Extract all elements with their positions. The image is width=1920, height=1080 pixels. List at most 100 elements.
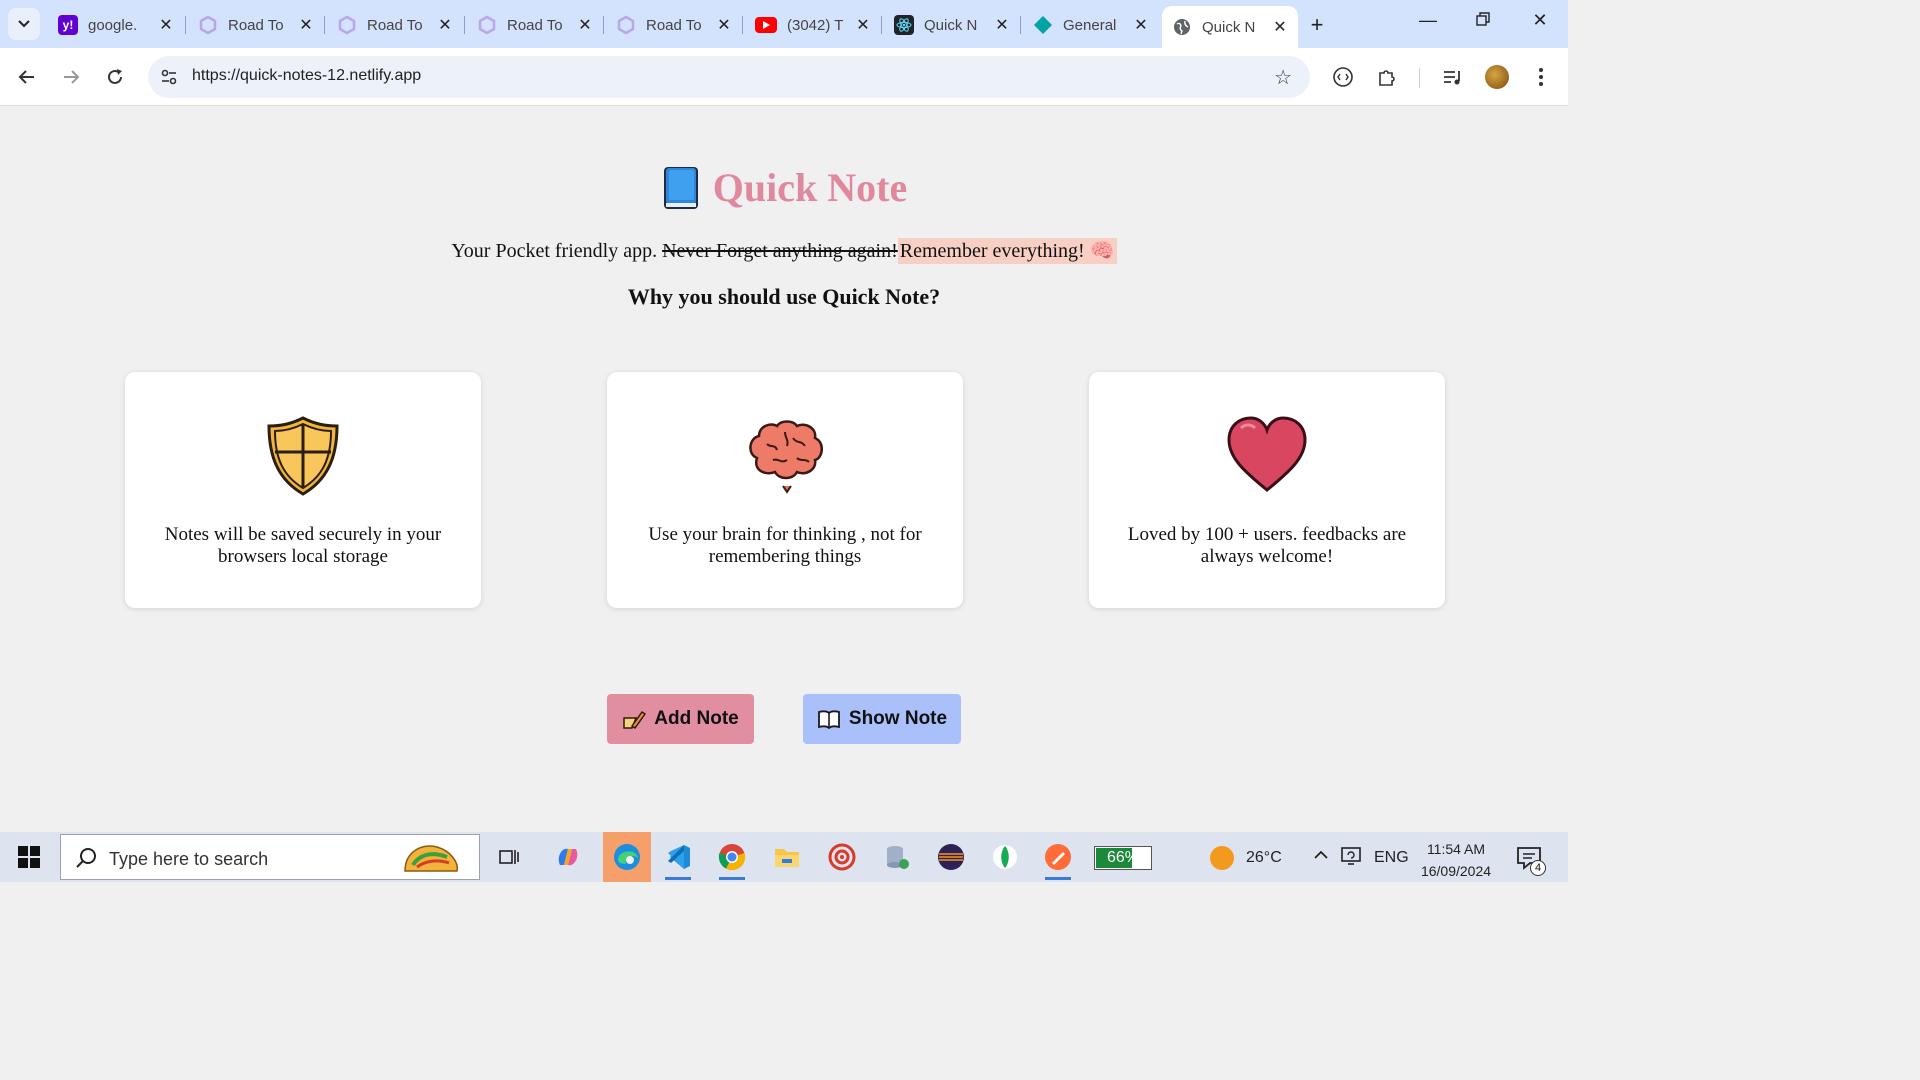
profile-avatar[interactable] — [1485, 65, 1509, 89]
taskbar-search[interactable]: Type here to search — [60, 834, 480, 880]
memo-pencil-icon — [622, 708, 647, 730]
tab-divider — [1020, 16, 1021, 34]
tab-title: (3042) T — [787, 16, 844, 34]
feature-text: Use your brain for thinking , not for re… — [648, 524, 922, 567]
tab-title: Road To — [507, 16, 563, 34]
add-note-label: Add Note — [654, 708, 739, 729]
close-icon[interactable]: ✕ — [437, 15, 453, 35]
tagline: Your Pocket friendly app. Never Forget a… — [0, 238, 1568, 264]
minimize-button[interactable]: — — [1413, 10, 1443, 31]
browser-tab[interactable]: Road To ✕ — [606, 8, 742, 42]
close-icon[interactable]: ✕ — [994, 15, 1010, 35]
address-bar[interactable]: https://quick-notes-12.netlify.app ☆ — [148, 56, 1310, 98]
notification-count: 4 — [1530, 860, 1546, 876]
mongodb-icon[interactable] — [986, 838, 1024, 876]
browser-tab[interactable]: Road To ✕ — [467, 8, 603, 42]
react-icon — [894, 15, 914, 35]
browser-tab[interactable]: Quick N ✕ — [884, 8, 1020, 42]
eclipse-icon[interactable] — [932, 838, 970, 876]
database-app-icon[interactable] — [878, 838, 916, 876]
add-note-button[interactable]: Add Note — [607, 694, 754, 744]
show-note-button[interactable]: Show Note — [803, 694, 961, 744]
windows-start-icon[interactable] — [18, 846, 40, 868]
chevron-down-icon — [18, 20, 30, 28]
menu-kebab-icon[interactable] — [1528, 64, 1554, 90]
tagline-highlight: Remember everything! 🧠 — [897, 238, 1117, 264]
toolbar-divider — [1419, 68, 1420, 88]
close-icon[interactable]: ✕ — [577, 15, 593, 35]
running-indicator — [665, 877, 691, 880]
tab-divider — [324, 16, 325, 34]
restore-button[interactable] — [1468, 10, 1498, 31]
url-text[interactable]: https://quick-notes-12.netlify.app — [192, 67, 421, 85]
close-window-button[interactable]: ✕ — [1525, 10, 1555, 31]
close-icon[interactable]: ✕ — [1272, 17, 1288, 37]
temperature[interactable]: 26°C — [1246, 849, 1282, 867]
back-button[interactable] — [12, 62, 42, 92]
restore-icon — [1476, 12, 1490, 26]
forward-button[interactable] — [56, 62, 86, 92]
new-tab-button[interactable]: + — [1304, 12, 1330, 38]
tab-title: Quick N — [924, 16, 978, 34]
roadmap-icon — [337, 15, 357, 35]
browser-tab-active[interactable]: Quick N ✕ — [1162, 6, 1298, 48]
browser-tab[interactable]: y! google. ✕ — [48, 8, 184, 42]
close-icon[interactable]: ✕ — [158, 15, 174, 35]
diamond-icon — [1033, 15, 1053, 35]
browser-tab[interactable]: Road To ✕ — [327, 8, 463, 42]
tab-title: Road To — [228, 16, 284, 34]
browser-toolbar: https://quick-notes-12.netlify.app ☆ — [0, 48, 1568, 106]
browser-tab[interactable]: (3042) T ✕ — [745, 8, 881, 42]
reload-button[interactable] — [100, 62, 130, 92]
chrome-icon[interactable] — [713, 838, 751, 880]
youtube-icon — [755, 17, 777, 33]
feature-card-security: Notes will be saved securely in your bro… — [125, 372, 481, 608]
close-icon[interactable]: ✕ — [298, 15, 314, 35]
display-sync-icon[interactable] — [1340, 846, 1362, 871]
vscode-icon[interactable] — [659, 838, 697, 880]
close-icon[interactable]: ✕ — [855, 15, 871, 35]
arrow-left-icon — [18, 70, 34, 84]
bookmark-star-icon[interactable]: ☆ — [1274, 65, 1292, 90]
system-clock[interactable]: 11:54 AM 16/09/2024 — [1412, 838, 1500, 882]
site-settings-icon[interactable] — [160, 68, 178, 86]
postman-icon[interactable] — [1039, 838, 1077, 880]
battery-indicator[interactable]: 66% — [1094, 846, 1152, 870]
tab-title: General — [1063, 16, 1117, 34]
roadmap-icon — [616, 15, 636, 35]
feature-text: Loved by 100 + users. feedbacks are alwa… — [1127, 524, 1407, 567]
tab-title: Quick N — [1202, 18, 1256, 36]
copilot-icon[interactable] — [549, 838, 587, 876]
tab-divider — [603, 16, 604, 34]
weather-sun-icon[interactable] — [1210, 846, 1234, 870]
media-controls-icon[interactable] — [1440, 64, 1466, 90]
running-indicator — [1045, 877, 1071, 880]
roadmap-icon — [198, 15, 218, 35]
edge-icon[interactable] — [603, 832, 651, 882]
reload-icon — [108, 69, 122, 84]
tab-search-button[interactable] — [8, 8, 40, 40]
browser-tab[interactable]: General ✕ — [1023, 8, 1159, 42]
tab-title: Road To — [367, 16, 423, 34]
close-icon[interactable]: ✕ — [716, 15, 732, 35]
heart-icon — [1227, 416, 1307, 492]
running-indicator — [719, 877, 745, 880]
input-language[interactable]: ENG — [1374, 849, 1409, 867]
globe-icon — [1172, 17, 1192, 37]
chevron-up-icon[interactable] — [1312, 846, 1330, 869]
page-content: Quick Note Your Pocket friendly app. Nev… — [0, 106, 1568, 832]
battery-percent: 66% — [1106, 849, 1140, 866]
extensions-puzzle-icon[interactable] — [1374, 64, 1400, 90]
taco-icon — [404, 845, 459, 872]
file-explorer-icon[interactable] — [768, 838, 806, 876]
target-app-icon[interactable] — [823, 838, 861, 876]
why-heading: Why you should use Quick Note? — [627, 284, 941, 309]
tab-divider — [742, 16, 743, 34]
feature-card-love: Loved by 100 + users. feedbacks are alwa… — [1089, 372, 1445, 608]
browser-tab[interactable]: Road To ✕ — [188, 8, 324, 42]
open-book-icon — [817, 709, 841, 729]
search-placeholder: Type here to search — [109, 849, 269, 869]
close-icon[interactable]: ✕ — [1133, 15, 1149, 35]
media-router-icon[interactable] — [1330, 64, 1356, 90]
task-view-icon[interactable] — [490, 838, 528, 876]
